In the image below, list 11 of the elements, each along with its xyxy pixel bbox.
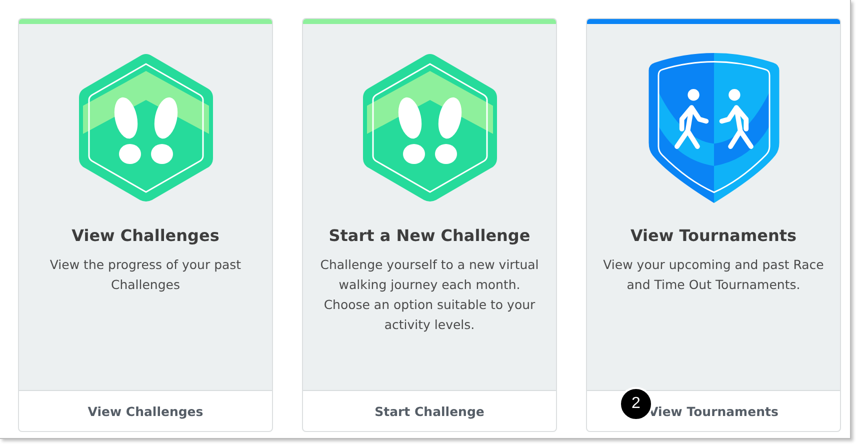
card-title: Start a New Challenge (328, 226, 530, 245)
card-title: View Tournaments (630, 226, 797, 245)
shield-badge-icon (646, 53, 780, 203)
footprints-badge-icon (362, 53, 496, 203)
card-link[interactable]: Start Challenge (374, 404, 484, 418)
card-description: View your upcoming and past Race and Time Out Tournaments. (602, 256, 825, 294)
card-description: View the progress of your past Challenges (48, 256, 242, 294)
card-title: View Challenges (72, 226, 220, 245)
card-link[interactable]: View Challenges (88, 404, 204, 418)
card-description: Challenge yourself to a new virtual walking journey each month. Choose an option suitable to your activity levels. (319, 256, 540, 334)
footprints-badge-icon (78, 53, 212, 203)
